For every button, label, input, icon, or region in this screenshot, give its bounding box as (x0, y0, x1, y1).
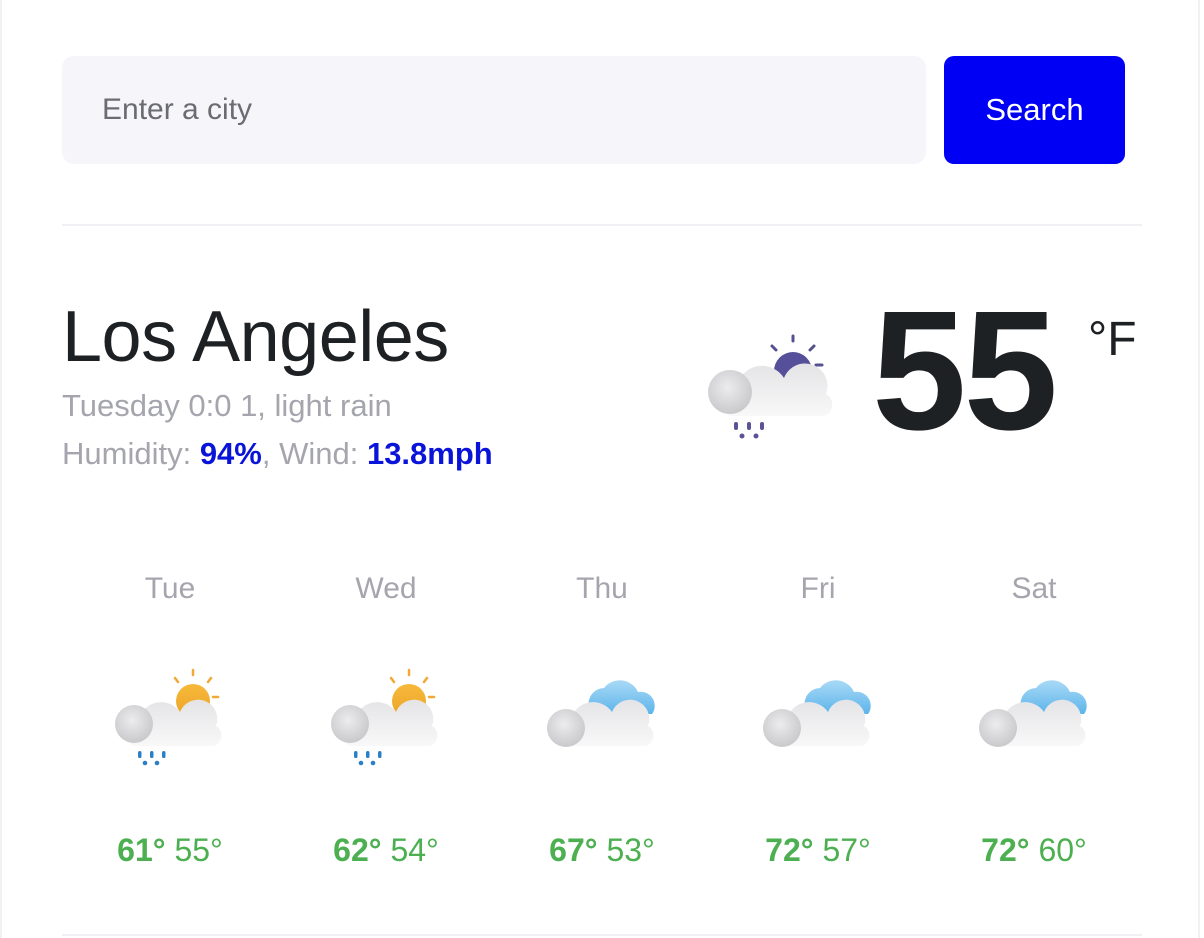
current-temperature: 55 (872, 276, 1058, 466)
low-temp: 57° (822, 832, 871, 868)
humidity-wind: Humidity: 94%, Wind: 13.8mph (62, 436, 493, 472)
humidity-label: Humidity: (62, 436, 200, 471)
day-temps: 61° 55° (62, 832, 278, 869)
cloud-sun-rain-icon (115, 668, 222, 766)
high-temp: 72° (765, 832, 814, 868)
forecast-day: Thu 67° 53° (494, 570, 710, 870)
wind-value: 13.8mph (366, 436, 493, 471)
humidity-value: 94% (199, 436, 262, 471)
high-temp: 67° (549, 832, 598, 868)
date-condition: Tuesday 0:0 1, light rain (62, 388, 392, 423)
day-name: Sat (1011, 572, 1057, 605)
search-bar: Search (62, 56, 1125, 164)
day-temps: 67° 53° (494, 832, 710, 869)
forecast-day: Tue 61° 55° (62, 570, 278, 870)
high-temp: 62° (333, 832, 382, 868)
day-name: Fri (800, 572, 836, 605)
city-name: Los Angeles (62, 297, 449, 377)
clouds-icon (547, 680, 655, 747)
high-temp: 72° (981, 832, 1030, 868)
forecast-day: Fri 72° 57° (710, 570, 926, 870)
day-temps: 72° 60° (926, 832, 1142, 869)
cloud-sun-rain-icon (708, 334, 833, 439)
day-name: Thu (576, 572, 628, 605)
city-search-input[interactable] (62, 56, 926, 164)
divider-bottom (62, 934, 1142, 936)
low-temp: 53° (606, 832, 655, 868)
temperature-unit: °F (1088, 313, 1137, 366)
clouds-icon (979, 680, 1087, 747)
day-name: Tue (144, 572, 196, 605)
clouds-icon (763, 680, 871, 747)
low-temp: 55° (174, 832, 223, 868)
low-temp: 60° (1038, 832, 1087, 868)
day-temps: 72° 57° (710, 832, 926, 869)
day-name: Wed (355, 572, 417, 605)
divider-top (62, 224, 1142, 226)
day-temps: 62° 54° (278, 832, 494, 869)
wind-label: , Wind: (261, 436, 367, 471)
high-temp: 61° (117, 832, 166, 868)
forecast-day: Wed 62° 54° (278, 570, 494, 870)
forecast-day: Sat 72° 60° (926, 570, 1142, 870)
cloud-sun-rain-icon (331, 668, 438, 766)
forecast-list: Tue 61° 55° Wed 62° 54° Thu 67° 53° Fri … (62, 570, 1142, 870)
search-button[interactable]: Search (944, 56, 1125, 164)
low-temp: 54° (390, 832, 439, 868)
